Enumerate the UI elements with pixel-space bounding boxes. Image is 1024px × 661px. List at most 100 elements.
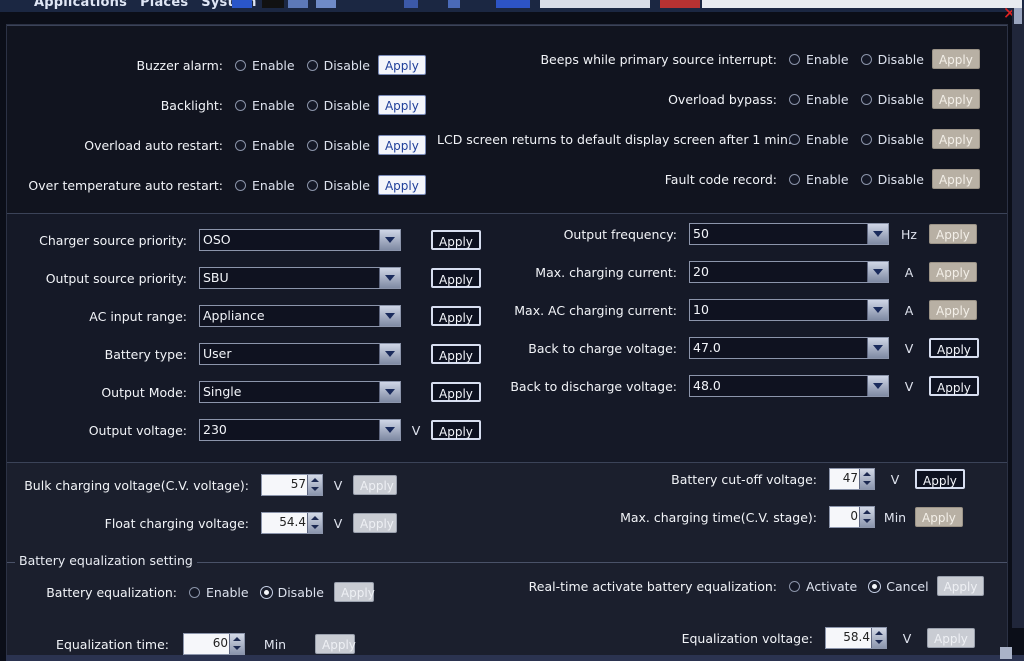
apply-button[interactable]: Apply [377,95,426,115]
battery-cutoff-voltage-spinner[interactable]: 47 [829,468,875,490]
applications-menu[interactable]: Applications Places System [34,0,257,10]
scrollbar-thumb[interactable] [1014,8,1022,24]
horizontal-scrollbar[interactable] [6,647,1024,661]
chevron-down-icon[interactable] [867,376,888,396]
apply-button[interactable]: Apply [931,169,980,189]
enable-radio[interactable] [789,93,800,105]
setting-backlight: Backlight: Enable Disable Apply [17,94,426,116]
apply-button[interactable]: Apply [929,376,979,396]
tray-icon[interactable] [404,0,418,8]
output-mode-select[interactable]: Single [199,381,401,403]
disable-radio[interactable] [860,53,872,65]
battery-type-select[interactable]: User [199,343,401,365]
chevron-down-icon[interactable] [379,268,400,288]
workspace-switcher[interactable] [496,0,530,8]
disable-radio[interactable] [860,93,872,105]
max-charging-time-spinner[interactable]: 0 [829,506,875,528]
ac-input-range-select[interactable]: Appliance [199,305,401,327]
chevron-down-icon[interactable] [379,344,400,364]
apply-button[interactable]: Apply [333,582,375,602]
chevron-down-icon[interactable] [867,224,888,244]
disable-radio[interactable] [306,139,318,151]
equalization-time-spinner[interactable]: 60 [183,633,245,655]
equalization-voltage-spinner[interactable]: 58.4 [825,627,887,649]
back-to-charge-voltage-select[interactable]: 47.0 [689,337,889,359]
enable-radio[interactable] [235,179,246,191]
cancel-radio[interactable] [869,580,881,592]
enable-radio[interactable] [189,586,200,598]
disable-radio[interactable] [860,173,872,185]
spinner-arrows-icon[interactable] [871,628,886,648]
apply-button[interactable]: Apply [315,634,356,654]
output-frequency-select[interactable]: 50 [689,223,889,245]
taskbar-item[interactable] [540,0,650,8]
chevron-down-icon[interactable] [379,306,400,326]
activate-radio[interactable] [789,580,800,592]
apply-button[interactable]: Apply [377,175,426,195]
setting-bulk-charging-voltage: Bulk charging voltage(C.V. voltage): 57 … [17,474,397,496]
apply-button[interactable]: Apply [931,89,980,109]
disable-radio[interactable] [306,59,318,71]
setting-label: Equalization time: [56,636,169,652]
apply-button[interactable]: Apply [927,628,975,648]
float-charging-voltage-spinner[interactable]: 54.4 [261,512,323,534]
apply-button[interactable]: Apply [431,420,481,440]
chevron-down-icon[interactable] [867,262,888,282]
max-charging-current-select[interactable]: 20 [689,261,889,283]
editor-icon[interactable] [288,0,308,8]
enable-radio[interactable] [789,173,800,185]
apply-button[interactable]: Apply [929,224,977,244]
disable-radio[interactable] [306,179,318,191]
vertical-scrollbar[interactable] [1012,8,1024,628]
apply-button[interactable]: Apply [931,129,980,149]
chevron-down-icon[interactable] [867,338,888,358]
setting-label: Max. charging current: [535,264,677,280]
apply-button[interactable]: Apply [377,135,426,155]
spinner-arrows-icon[interactable] [307,475,322,495]
taskbar-item-active[interactable] [660,0,700,8]
apply-button[interactable]: Apply [915,469,965,489]
charger-source-priority-select[interactable]: OSO [199,229,401,251]
back-to-discharge-voltage-select[interactable]: 48.0 [689,375,889,397]
chevron-down-icon[interactable] [379,382,400,402]
enable-radio[interactable] [235,99,246,111]
enable-radio[interactable] [789,133,800,145]
apply-button[interactable]: Apply [353,513,397,533]
enable-radio[interactable] [235,59,246,71]
apply-button[interactable]: Apply [915,507,963,527]
apply-button[interactable]: Apply [936,576,985,596]
launcher-icon[interactable] [232,0,252,8]
apply-button[interactable]: Apply [353,475,397,495]
apply-button[interactable]: Apply [931,49,980,69]
spinner-arrows-icon[interactable] [859,469,874,489]
enable-radio[interactable] [235,139,246,151]
enable-radio[interactable] [789,53,800,65]
setting-label: Backlight: [160,97,223,113]
disable-radio[interactable] [260,586,272,598]
setting-label: Output source priority: [45,270,187,286]
chevron-down-icon[interactable] [379,420,400,440]
setting-label: Float charging voltage: [104,515,249,531]
apply-button[interactable]: Apply [929,262,977,282]
chevron-down-icon[interactable] [867,300,888,320]
max-ac-charging-current-select[interactable]: 10 [689,299,889,321]
apply-button[interactable]: Apply [377,55,426,75]
folder-icon[interactable] [316,0,336,8]
output-voltage-select[interactable]: 230 [199,419,401,441]
disable-radio[interactable] [306,99,318,111]
spinner-arrows-icon[interactable] [859,507,874,527]
spinner-arrows-icon[interactable] [307,513,322,533]
apply-button[interactable]: Apply [929,300,977,320]
scroll-right-icon[interactable] [1000,647,1012,659]
setting-output-voltage: Output voltage: 230 V Apply [17,419,481,441]
output-source-priority-select[interactable]: SBU [199,267,401,289]
apply-button[interactable]: Apply [929,338,979,358]
unit-label: V [902,630,912,646]
spinner-arrows-icon[interactable] [229,634,244,654]
network-icon[interactable] [448,0,460,8]
terminal-icon[interactable] [262,0,284,8]
chevron-down-icon[interactable] [379,230,400,250]
disable-radio[interactable] [860,133,872,145]
bulk-charging-voltage-spinner[interactable]: 57 [261,474,323,496]
setting-equalization-voltage: Equalization voltage: 58.4 V Apply [567,627,975,649]
